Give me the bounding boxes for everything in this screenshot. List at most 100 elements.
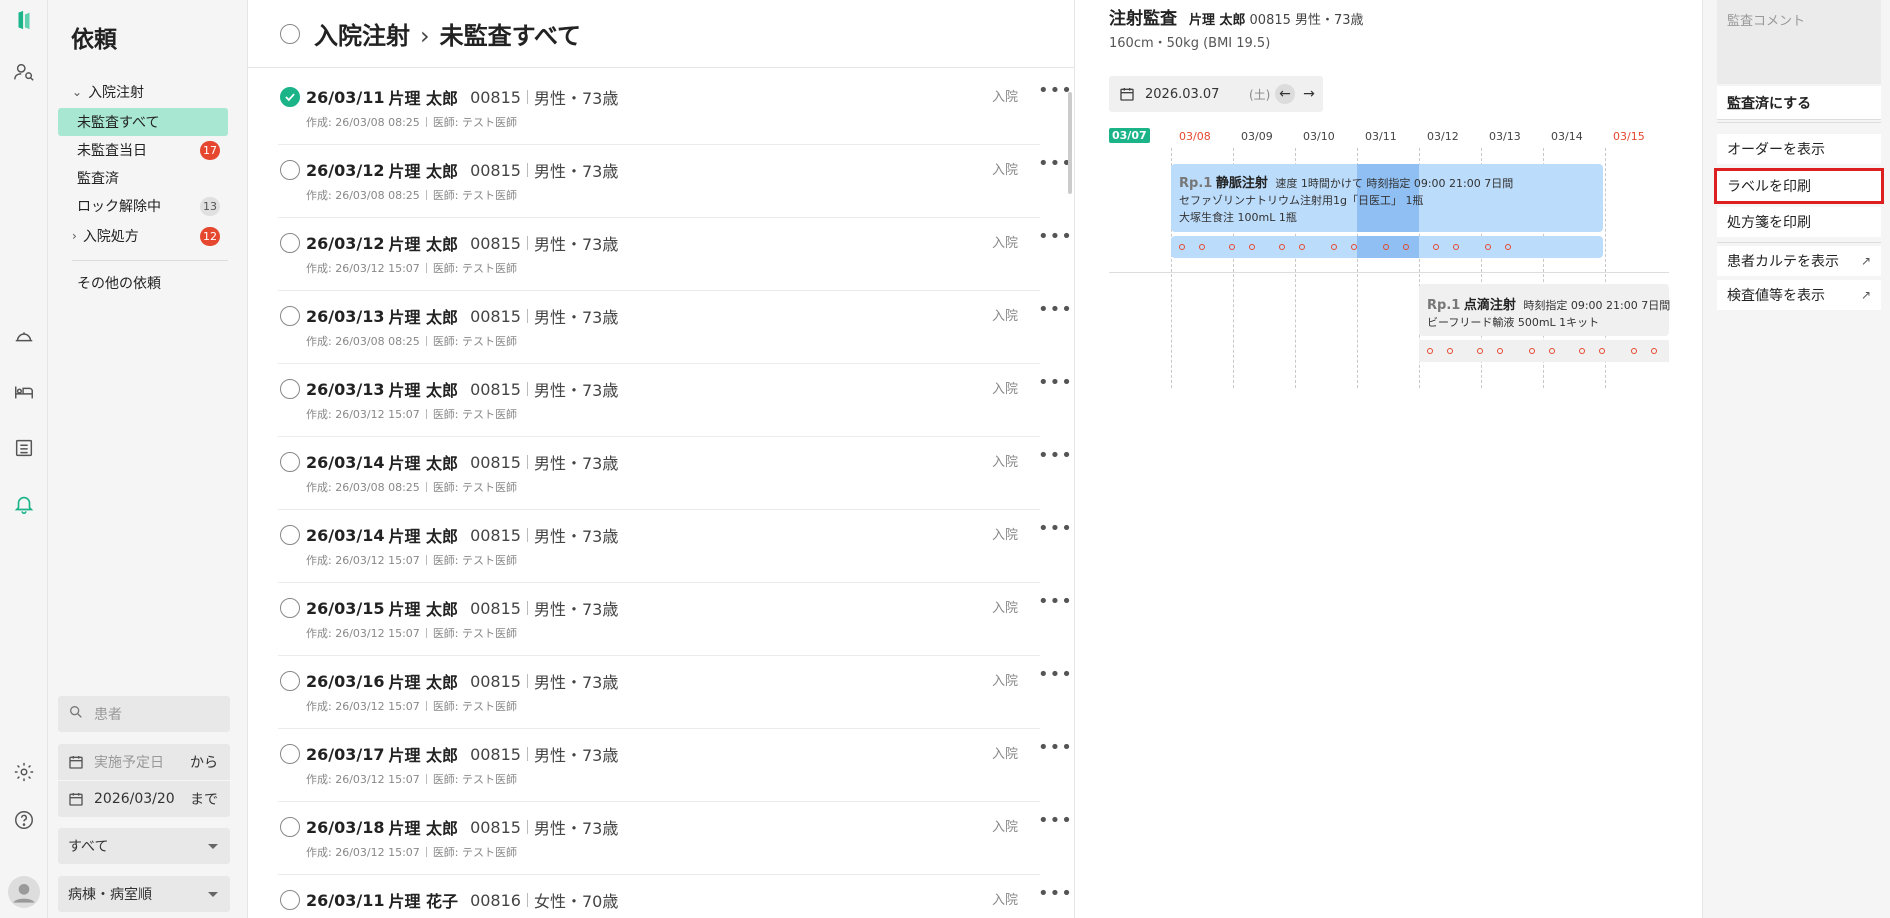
filter-select[interactable]: すべて [58,828,230,864]
nav-item-audited[interactable]: 監査済 [58,164,228,192]
show-lab-button[interactable]: 検査値等を表示 ↗ [1717,280,1881,310]
row-checkbox[interactable] [280,598,300,618]
next-arrow-icon[interactable]: → [1299,84,1319,104]
table-row[interactable]: 26/03/13 片理 太郎 00815 男性・73歳 作成: 26/03/12 15:… [278,364,1072,437]
request-list-panel: 入院注射 › 未監査すべて 26/03/11 片理 太郎 00815 男性・73歳 作成: … [248,0,1074,918]
gear-icon[interactable] [0,756,48,788]
date-from-field[interactable]: 実施予定日 から [58,744,230,780]
table-row[interactable]: 26/03/14 片理 太郎 00815 男性・73歳 作成: 26/03/08 08:… [278,437,1072,510]
row-checkbox[interactable] [280,817,300,837]
dose-dot [1485,244,1491,250]
more-options-icon[interactable]: ••• [1038,372,1073,393]
more-options-icon[interactable]: ••• [1038,445,1073,466]
row-patient-name: 片理 太郎 [388,819,459,838]
rp1-spec: 速度 1時間かけて 時刻指定 09:00 21:00 7日間 [1275,177,1514,190]
row-created: 作成: 26/03/08 08:25 [306,116,420,129]
nav-item-other[interactable]: その他の依頼 [58,269,228,297]
nav-group-prescription-label: 入院処方 [82,229,139,245]
page-title: 入院注射 › 未監査すべて [314,16,581,51]
print-prescription-button[interactable]: 処方箋を印刷 [1717,207,1881,237]
row-date: 26/03/13 [306,379,385,399]
row-kind: 入院 [992,601,1019,616]
table-row[interactable]: 26/03/17 片理 太郎 00815 男性・73歳 作成: 26/03/12 15:… [278,729,1072,802]
app-logo-icon[interactable] [0,2,48,38]
dose-dot [1631,348,1637,354]
table-row[interactable]: 26/03/18 片理 太郎 00815 男性・73歳 作成: 26/03/12 15:… [278,802,1072,875]
bed-icon[interactable] [0,376,48,408]
row-doctor: 医師: テスト医師 [432,846,518,859]
table-row[interactable]: 26/03/11 片理 花子 00816 女性・70歳 入院 ••• [278,875,1072,918]
prev-arrow-icon[interactable]: ← [1275,84,1295,104]
detail-title: 注射監査 [1109,9,1177,29]
select-all-checkbox[interactable] [280,23,300,44]
nav-item-unlocked[interactable]: ロック解除中 13 [58,192,228,220]
table-row[interactable]: 26/03/14 片理 太郎 00815 男性・73歳 作成: 26/03/12 15:… [278,510,1072,583]
date-navigator[interactable]: 2026.03.07 (土) ← → [1109,76,1323,112]
meal-icon[interactable] [0,320,48,352]
row-doctor: 医師: テスト医師 [432,481,518,494]
table-row[interactable]: 26/03/13 片理 太郎 00815 男性・73歳 作成: 26/03/08 08:… [278,291,1072,364]
row-checkbox[interactable] [280,744,300,764]
more-options-icon[interactable]: ••• [1038,591,1073,612]
table-row[interactable]: 26/03/16 片理 太郎 00815 男性・73歳 作成: 26/03/12 15:… [278,656,1072,729]
row-sex-age: 男性・73歳 [533,162,619,181]
table-row[interactable]: 26/03/11 片理 太郎 00815 男性・73歳 作成: 26/03/08 08:… [278,72,1072,145]
row-checkbox[interactable] [280,525,300,545]
row-main-line: 26/03/13 片理 太郎 00815 男性・73歳 [306,304,618,328]
row-checkbox[interactable] [280,160,300,180]
list-scrollbar[interactable] [1068,92,1072,194]
more-options-icon[interactable]: ••• [1038,883,1073,904]
table-row[interactable]: 26/03/12 片理 太郎 00815 男性・73歳 作成: 26/03/08 08:… [278,145,1072,218]
more-options-icon[interactable]: ••• [1038,737,1073,758]
dose-dot [1505,244,1511,250]
row-checkbox[interactable] [280,671,300,691]
table-row[interactable]: 26/03/15 片理 太郎 00815 男性・73歳 作成: 26/03/12 15:… [278,583,1072,656]
row-checkbox[interactable] [280,233,300,253]
row-date: 26/03/11 [306,890,385,910]
show-order-button[interactable]: オーダーを表示 [1717,134,1881,164]
row-patient-number: 00816 [470,890,521,910]
mark-audited-button[interactable]: 監査済にする [1717,86,1881,120]
nav-group-prescription[interactable]: › 入院処方 12 [58,222,228,250]
show-chart-button[interactable]: 患者カルテを表示 ↗ [1717,246,1881,276]
help-icon[interactable] [0,804,48,836]
row-checkbox[interactable] [280,306,300,326]
more-options-icon[interactable]: ••• [1038,664,1073,685]
row-patient-number: 00815 [470,379,521,399]
row-checkbox[interactable] [280,379,300,399]
nav-item-unaudited-today[interactable]: 未監査当日 17 [58,136,228,164]
nav-item-label: 未監査当日 [77,143,147,159]
user-search-icon[interactable] [0,56,48,88]
search-icon [68,704,84,724]
list-icon[interactable] [0,432,48,464]
patient-search-input[interactable]: 患者 [58,696,230,732]
more-options-icon[interactable]: ••• [1038,518,1073,539]
dose-dot [1249,244,1255,250]
dose-dot [1477,348,1483,354]
more-options-icon[interactable]: ••• [1038,299,1073,320]
rp2-spec: 時刻指定 09:00 21:00 7日間 [1523,299,1671,312]
more-options-icon[interactable]: ••• [1038,226,1073,247]
rp1-name: 静脈注射 [1215,176,1268,191]
caret-down-icon [208,844,218,849]
nav-group-injection[interactable]: ⌄ 入院注射 [58,78,228,106]
sort-select[interactable]: 病棟・病室順 [58,876,230,912]
date-to-field[interactable]: 2026/03/20 まで [58,781,230,817]
row-checkbox[interactable] [280,890,300,910]
nav-item-label: ロック解除中 [77,199,161,215]
divider [526,236,528,250]
more-options-icon[interactable]: ••• [1038,810,1073,831]
dose-dot [1229,244,1235,250]
show-lab-label: 検査値等を表示 [1727,288,1825,304]
avatar[interactable] [0,872,48,912]
audit-comment-field[interactable]: 監査コメント [1717,0,1881,84]
table-row[interactable]: 26/03/12 片理 太郎 00815 男性・73歳 作成: 26/03/12 15:… [278,218,1072,291]
actions-panel: 監査コメント 監査済にする オーダーを表示 ラベルを印刷 処方箋を印刷 患者カル… [1702,0,1890,918]
row-checkbox[interactable] [280,452,300,472]
print-label-button[interactable]: ラベルを印刷 [1714,168,1884,204]
bell-icon[interactable] [0,488,48,520]
row-checkbox[interactable] [280,87,300,107]
nav-item-unaudited-all[interactable]: 未監査すべて [58,108,228,136]
rp2-schedule-block[interactable]: Rp.1 点滴注射 時刻指定 09:00 21:00 7日間 ビーフリード輸液 … [1419,284,1671,336]
rp1-schedule-block[interactable]: Rp.1 静脈注射 速度 1時間かけて 時刻指定 09:00 21:00 7日間… [1171,164,1603,232]
